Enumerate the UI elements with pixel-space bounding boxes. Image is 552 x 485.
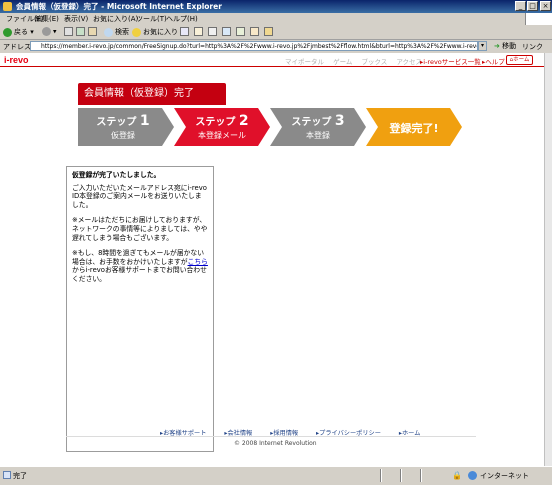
menu-help[interactable]: ヘルプ(H) bbox=[166, 14, 198, 24]
vertical-scrollbar[interactable] bbox=[544, 53, 552, 466]
nav-portal[interactable]: マイポータル bbox=[285, 58, 324, 66]
discuss-icon[interactable] bbox=[236, 27, 245, 36]
forward-button[interactable]: ▾ bbox=[42, 27, 57, 36]
support-link[interactable]: こちら bbox=[188, 258, 208, 266]
favorites-star-icon bbox=[132, 27, 141, 37]
address-bar: アドレス(D) https://member.i-revo.jp/common/… bbox=[0, 40, 552, 54]
window-titlebar: 会員情報（仮登録）完了 - Microsoft Internet Explore… bbox=[0, 0, 552, 13]
step-3-title: ステップ 3 bbox=[274, 113, 362, 129]
go-arrow-icon: ➜ bbox=[494, 42, 500, 50]
step-1-sub: 仮登録 bbox=[111, 131, 135, 140]
page-done-icon bbox=[3, 471, 11, 479]
menu-tools[interactable]: ツール(T) bbox=[136, 14, 167, 24]
nav-game[interactable]: ゲーム bbox=[333, 58, 352, 66]
message-paragraph-3: ※もし、8時間を過ぎてもメールが届かない場合は、お手数をおかけいたしますがこちら… bbox=[72, 249, 208, 283]
top-nav: マイポータル ゲーム ブックス アクセス bbox=[285, 56, 429, 66]
mail-icon[interactable] bbox=[194, 27, 203, 36]
step-2-num: 2 bbox=[238, 113, 249, 129]
step-2-sub: 本登録メール bbox=[198, 131, 246, 140]
ie-icon bbox=[3, 2, 12, 11]
help-label: ヘルプ bbox=[485, 58, 505, 66]
service-list-label: i-revoサービス一覧 bbox=[423, 58, 481, 66]
home-icon[interactable] bbox=[88, 27, 97, 36]
step-3-sub: 本登録 bbox=[306, 131, 330, 140]
page-viewport: i-revo マイポータル ゲーム ブックス アクセス ▸i-revoサービス一… bbox=[0, 53, 544, 466]
service-list-link[interactable]: ▸i-revoサービス一覧 bbox=[420, 56, 481, 66]
security-zone: インターネット bbox=[480, 472, 529, 480]
status-divider bbox=[420, 469, 422, 482]
stop-icon[interactable] bbox=[64, 27, 73, 36]
message-box: 仮登録が完了いたしました。 ご入力いただいたメールアドレス宛にi-revo ID… bbox=[66, 166, 214, 452]
header-divider bbox=[0, 66, 544, 67]
research-icon[interactable] bbox=[264, 27, 273, 36]
maximize-button[interactable]: □ bbox=[527, 1, 538, 11]
step-2-title: ステップ 2 bbox=[178, 113, 266, 129]
menu-favorites[interactable]: お気に入り(A) bbox=[93, 14, 138, 24]
step-1: ステップ 1 仮登録 bbox=[78, 108, 168, 146]
window-title: 会員情報（仮登録）完了 - Microsoft Internet Explore… bbox=[16, 2, 222, 11]
back-label: 戻る bbox=[14, 28, 28, 36]
windows-logo-icon bbox=[525, 13, 552, 25]
close-button[interactable]: × bbox=[540, 1, 551, 11]
help-link[interactable]: ▸ヘルプ bbox=[482, 56, 505, 66]
search-label: 検索 bbox=[115, 28, 129, 36]
nav-books[interactable]: ブックス bbox=[361, 58, 387, 66]
message-paragraph-2: ※メールはただちにお届けしておりますが、ネットワークの事情等によりましては、やや… bbox=[72, 216, 208, 242]
favorites-button[interactable]: お気に入り bbox=[132, 27, 178, 37]
page-title: 会員情報（仮登録）完了 bbox=[78, 83, 226, 105]
links-button[interactable]: リンク bbox=[522, 42, 543, 52]
back-button[interactable]: 戻る ▾ bbox=[3, 27, 34, 37]
step-4-title: 登録完了! bbox=[389, 122, 439, 135]
status-divider bbox=[380, 469, 382, 482]
step-3: ステップ 3 本登録 bbox=[274, 108, 362, 146]
footer-divider bbox=[66, 436, 476, 437]
edit-icon[interactable] bbox=[222, 27, 231, 36]
step-3-label: ステップ bbox=[291, 117, 332, 128]
history-icon[interactable] bbox=[180, 27, 189, 36]
address-dropdown-icon[interactable]: ▾ bbox=[478, 41, 487, 51]
search-button[interactable]: 検索 bbox=[104, 27, 129, 37]
step-4: 登録完了! bbox=[370, 108, 458, 146]
message-paragraph-1: ご入力いただいたメールアドレス宛にi-revo ID本登録のご案内メールをお送り… bbox=[72, 183, 207, 209]
step-1-label: ステップ bbox=[96, 117, 137, 128]
step-2-label: ステップ bbox=[195, 117, 236, 128]
step-2: ステップ 2 本登録メール bbox=[178, 108, 266, 146]
print-icon[interactable] bbox=[208, 27, 217, 36]
refresh-icon[interactable] bbox=[76, 27, 85, 36]
message-p3-after: からi-revoお客様サポートまでお問い合わせください。 bbox=[72, 266, 207, 283]
menu-view[interactable]: 表示(V) bbox=[64, 14, 88, 24]
step-1-title: ステップ 1 bbox=[78, 113, 168, 129]
message-heading: 仮登録が完了いたしました。 bbox=[72, 171, 161, 179]
messenger-icon[interactable] bbox=[250, 27, 259, 36]
irevo-logo[interactable]: i-revo bbox=[4, 55, 29, 65]
step-1-num: 1 bbox=[139, 113, 150, 129]
lock-icon: 🔒 bbox=[452, 471, 462, 480]
home-button[interactable]: ⌂ホーム bbox=[506, 55, 533, 65]
home-label: ホーム bbox=[513, 57, 530, 63]
status-text: 完了 bbox=[13, 472, 27, 480]
minimize-button[interactable]: _ bbox=[515, 1, 526, 11]
status-divider bbox=[400, 469, 402, 482]
go-button[interactable]: ➜ 移動 bbox=[494, 41, 516, 51]
search-icon bbox=[104, 27, 113, 37]
message-p3-before: ※もし、8時間を過ぎてもメールが届かない場合は、お手数をおかけいたしますが bbox=[72, 249, 205, 266]
back-arrow-icon bbox=[3, 27, 12, 37]
forward-arrow-icon bbox=[42, 27, 51, 36]
menu-edit[interactable]: 編集(E) bbox=[35, 14, 59, 24]
internet-globe-icon bbox=[468, 471, 477, 480]
toolbar: 戻る ▾ ▾ 検索 お気に入り bbox=[0, 25, 552, 40]
registration-steps: ステップ 1 仮登録 ステップ 2 本登録メール ステップ 3 本登録 登録完了… bbox=[78, 108, 462, 146]
status-bar: 完了 🔒 インターネット bbox=[0, 466, 552, 485]
copyright: © 2008 Internet Revolution bbox=[234, 440, 317, 447]
step-3-num: 3 bbox=[334, 113, 345, 129]
favorites-label: お気に入り bbox=[143, 28, 178, 36]
go-label: 移動 bbox=[502, 42, 517, 50]
address-input[interactable]: https://member.i-revo.jp/common/FreeSign… bbox=[30, 41, 478, 51]
nav-access[interactable]: アクセス bbox=[396, 58, 422, 66]
